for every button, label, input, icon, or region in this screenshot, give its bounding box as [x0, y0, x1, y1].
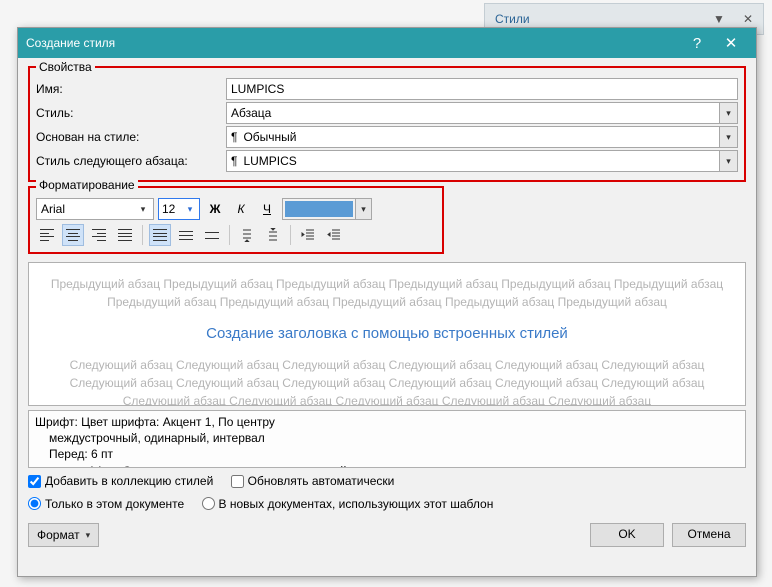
ok-button[interactable]: OK [590, 523, 664, 547]
format-button[interactable]: Формат ▾ [28, 523, 99, 547]
based-on-label: Основан на стиле: [36, 130, 226, 144]
align-justify-button[interactable] [114, 224, 136, 246]
chevron-down-icon[interactable]: ▾ [184, 201, 196, 217]
titlebar: Создание стиля ? ✕ [18, 28, 756, 58]
new-docs-radio[interactable]: В новых документах, использующих этот ша… [202, 497, 494, 511]
pilcrow-icon: ¶ [231, 154, 237, 168]
font-size-combo[interactable]: 12 ▾ [158, 198, 200, 220]
align-left-button[interactable] [36, 224, 58, 246]
next-style-value: LUMPICS [243, 154, 296, 168]
underline-button[interactable]: Ч [256, 198, 278, 220]
name-input[interactable] [226, 78, 738, 100]
italic-button[interactable]: К [230, 198, 252, 220]
line-spacing-1-5-button[interactable] [175, 224, 197, 246]
font-color-button[interactable]: ▾ [282, 198, 372, 220]
close-icon[interactable]: ✕ [743, 12, 753, 26]
create-style-dialog: Создание стиля ? ✕ Свойства Имя: Стиль: … [17, 27, 757, 577]
chevron-down-icon[interactable]: ▼ [713, 12, 725, 26]
sample-text: Создание заголовка с помощью встроенных … [47, 325, 727, 342]
properties-legend: Свойства [36, 60, 95, 74]
decrease-para-spacing-button[interactable] [262, 224, 284, 246]
chevron-down-icon[interactable]: ▾ [137, 201, 149, 217]
name-label: Имя: [36, 82, 226, 96]
options-row-2: Только в этом документе В новых документ… [28, 497, 746, 514]
next-style-label: Стиль следующего абзаца: [36, 154, 226, 168]
chevron-down-icon[interactable]: ▾ [720, 126, 738, 148]
formatting-group: Форматирование Arial ▾ 12 ▾ Ж К Ч ▾ [28, 186, 444, 254]
chevron-down-icon[interactable]: ▾ [355, 199, 371, 219]
next-style-combo[interactable]: ¶ LUMPICS ▾ [226, 150, 738, 172]
dialog-footer: Формат ▾ OK Отмена [28, 523, 746, 547]
separator [290, 225, 291, 245]
font-combo[interactable]: Arial ▾ [36, 198, 154, 220]
preview-area: Предыдущий абзац Предыдущий абзац Предыд… [28, 262, 746, 406]
separator [142, 225, 143, 245]
align-right-button[interactable] [88, 224, 110, 246]
style-description[interactable]: Шрифт: Цвет шрифта: Акцент 1, По центру … [28, 410, 746, 468]
bold-button[interactable]: Ж [204, 198, 226, 220]
chevron-down-icon: ▾ [86, 530, 91, 541]
prev-paragraph-text: Предыдущий абзац Предыдущий абзац Предыд… [47, 275, 727, 311]
separator [229, 225, 230, 245]
increase-indent-button[interactable] [323, 224, 345, 246]
align-center-button[interactable] [62, 224, 84, 246]
increase-para-spacing-button[interactable] [236, 224, 258, 246]
decrease-indent-button[interactable] [297, 224, 319, 246]
formatting-legend: Форматирование [36, 178, 138, 192]
properties-group: Свойства Имя: Стиль: Абзаца ▾ Основан на… [28, 66, 746, 182]
line-spacing-2-button[interactable] [201, 224, 223, 246]
cancel-button[interactable]: Отмена [672, 523, 746, 547]
font-value: Arial [41, 202, 65, 216]
based-on-value: Обычный [243, 130, 296, 144]
style-type-combo[interactable]: Абзаца ▾ [226, 102, 738, 124]
pilcrow-icon: ¶ [231, 130, 237, 144]
style-type-label: Стиль: [36, 106, 226, 120]
dialog-title: Создание стиля [26, 36, 680, 50]
add-to-gallery-checkbox[interactable]: Добавить в коллекцию стилей [28, 474, 213, 488]
based-on-combo[interactable]: ¶ Обычный ▾ [226, 126, 738, 148]
close-button[interactable]: ✕ [714, 34, 748, 52]
line-spacing-1-button[interactable] [149, 224, 171, 246]
only-this-doc-radio[interactable]: Только в этом документе [28, 497, 184, 511]
auto-update-checkbox[interactable]: Обновлять автоматически [231, 474, 395, 488]
desc-line: Шрифт: Цвет шрифта: Акцент 1, По центру [35, 414, 739, 430]
options-row-1: Добавить в коллекцию стилей Обновлять ав… [28, 474, 746, 491]
color-swatch [285, 201, 353, 217]
chevron-down-icon[interactable]: ▾ [720, 150, 738, 172]
style-type-value: Абзаца [231, 106, 271, 120]
desc-line: после: 14 пт, Стиль: : показывать в колл… [35, 463, 739, 468]
desc-line: междустрочный, одинарный, интервал [35, 430, 739, 446]
chevron-down-icon[interactable]: ▾ [720, 102, 738, 124]
help-button[interactable]: ? [680, 35, 714, 52]
next-paragraph-text: Следующий абзац Следующий абзац Следующи… [47, 356, 727, 406]
desc-line: Перед: 6 пт [35, 446, 739, 462]
font-size-value: 12 [162, 202, 175, 216]
styles-pane-label: Стили [495, 12, 530, 26]
